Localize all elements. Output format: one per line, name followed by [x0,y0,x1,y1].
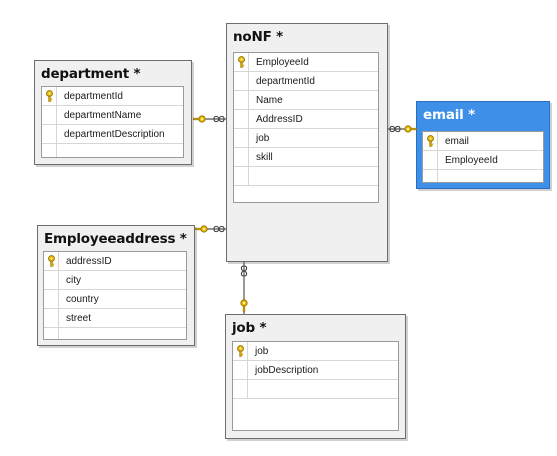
diagram-canvas[interactable]: department * departmentId departmentName… [0,0,557,456]
column-row[interactable]: EmployeeId [423,151,543,170]
row-selector [234,91,249,109]
column-row[interactable]: AddressID [234,110,378,129]
column-grid: addressID city country street [43,251,187,340]
column-row[interactable]: departmentId [234,72,378,91]
column-name: departmentName [64,109,142,121]
infinity-icon [389,125,401,133]
column-row[interactable]: city [44,271,186,290]
table-title: noNF * [233,29,283,45]
row-selector [44,271,59,289]
empty-column-row[interactable] [42,144,183,157]
column-name: city [66,274,81,286]
column-row[interactable]: EmployeeId [234,53,378,72]
row-selector [233,361,248,379]
row-selector [42,125,57,143]
key-icon [404,125,417,133]
column-name: skill [256,151,273,163]
column-row[interactable]: addressID [44,252,186,271]
row-selector [44,309,59,327]
row-selector [423,151,438,169]
empty-column-row[interactable] [44,328,186,339]
column-grid: email EmployeeId [422,131,544,183]
column-name: EmployeeId [256,56,309,68]
infinity-icon [240,265,248,277]
table-department[interactable]: department * departmentId departmentName… [34,60,192,165]
empty-column-row[interactable] [234,167,378,186]
column-name: departmentDescription [64,128,165,140]
key-icon [195,225,208,233]
column-row[interactable]: departmentId [42,87,183,106]
column-name: jobDescription [255,364,319,376]
table-noNF[interactable]: noNF * EmployeeId departmentId Name Addr… [226,23,388,262]
table-title: Employeeaddress * [44,231,187,247]
column-row[interactable]: departmentName [42,106,183,125]
row-selector [234,72,249,90]
column-name: departmentId [64,90,123,102]
table-email[interactable]: email * email EmployeeId [416,101,550,189]
key-icon [42,87,57,105]
table-Employeeaddress[interactable]: Employeeaddress * addressID city country… [37,225,195,346]
table-title: job * [232,320,267,336]
column-name: EmployeeId [445,154,498,166]
column-row[interactable]: job [233,342,398,361]
column-name: departmentId [256,75,315,87]
column-grid: job jobDescription [232,341,399,431]
column-name: addressID [66,255,112,267]
column-name: job [255,345,269,357]
empty-column-row[interactable] [233,380,398,399]
infinity-icon [213,225,225,233]
row-selector [234,129,249,147]
key-icon [240,299,248,312]
relationship-job-noNF[interactable] [240,262,248,314]
column-grid: EmployeeId departmentId Name AddressID j… [233,52,379,203]
column-row[interactable]: street [44,309,186,328]
table-title: email * [423,107,475,123]
row-selector [44,290,59,308]
relationship-Employeeaddress-noNF[interactable] [195,225,226,233]
infinity-icon [213,115,225,123]
column-row[interactable]: skill [234,148,378,167]
column-row[interactable]: job [234,129,378,148]
key-icon [44,252,59,270]
column-name: street [66,312,92,324]
column-name: country [66,293,99,305]
column-name: email [445,135,469,147]
column-name: AddressID [256,113,303,125]
row-selector [42,106,57,124]
key-icon [423,132,438,150]
column-row[interactable]: departmentDescription [42,125,183,144]
column-row[interactable]: country [44,290,186,309]
relationship-department-noNF[interactable] [193,115,226,123]
row-selector [233,380,248,398]
column-name: job [256,132,270,144]
row-selector [42,144,57,157]
key-icon [233,342,248,360]
column-row[interactable]: email [423,132,543,151]
row-selector [234,110,249,128]
column-row[interactable]: jobDescription [233,361,398,380]
column-grid: departmentId departmentName departmentDe… [41,86,184,158]
table-title: department * [41,66,141,82]
row-selector [234,148,249,166]
column-name: Name [256,94,283,106]
relationship-email-noNF[interactable] [388,125,417,133]
key-icon [193,115,206,123]
row-selector [234,167,249,185]
empty-column-row[interactable] [423,170,543,182]
table-job[interactable]: job * job jobDescription [225,314,406,439]
key-icon [234,53,249,71]
row-selector [44,328,59,339]
column-row[interactable]: Name [234,91,378,110]
row-selector [423,170,438,182]
